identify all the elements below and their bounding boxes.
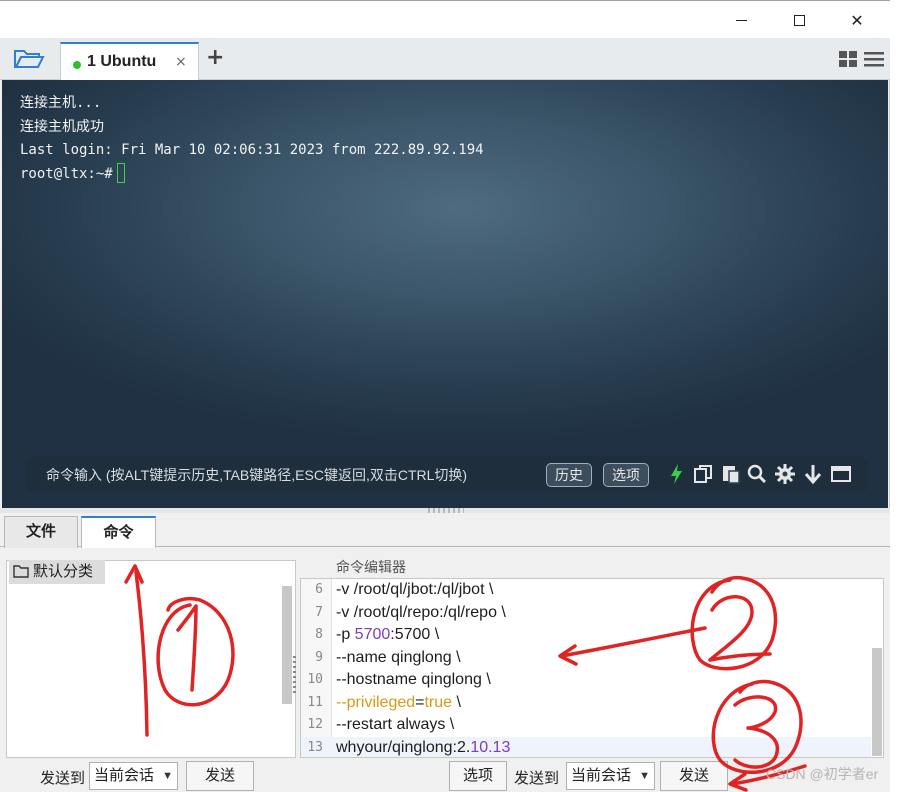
code-flag: --privileged [336,693,416,711]
minimize-button[interactable] [718,1,764,39]
terminal-line: 连接主机成功 [20,118,104,135]
connected-status-dot [73,61,81,69]
editor-line: 8 -p 5700:5700 \ [301,624,871,647]
code-number: 5700 [354,626,391,643]
code-number: 10.13 [470,738,511,756]
paste-icon[interactable] [720,463,742,485]
editor-line-active: 13 whyour/qinglong:2.10.13 [301,736,871,758]
line-number: 12 [307,717,323,732]
editor-send-target-select[interactable]: 当前会话 ▼ [566,762,655,790]
tab-files[interactable]: 文件 [4,516,78,548]
tab-ubuntu[interactable]: 1 Ubuntu × [60,42,199,80]
category-label: 默认分类 [33,563,94,580]
line-code: --name qinglong \ [336,648,461,666]
new-tab-button[interactable]: + [206,45,224,70]
maximize-button[interactable] [776,1,822,39]
send-button[interactable]: 发送 [186,761,254,791]
window-icon[interactable] [830,463,852,485]
vertical-splitter-grip[interactable] [293,656,296,696]
editor-options-button[interactable]: 选项 [449,761,507,791]
tab-close-icon[interactable]: × [175,54,187,70]
code-text: -p [336,626,355,643]
open-folder-icon[interactable] [10,47,46,71]
terminal-cursor [116,162,125,183]
editor-send-button[interactable]: 发送 [660,761,728,791]
code-text: :5700 \ [390,626,440,643]
editor-scrollbar[interactable] [872,648,882,756]
history-button[interactable]: 历史 [546,463,592,487]
line-number: 7 [315,604,323,620]
editor-line: 6 -v /root/ql/jbot:/ql/jbot \ [301,579,871,602]
bottom-tab-bar: 文件 命令 [0,513,890,549]
terminal-line: Last login: Fri Mar 10 02:06:31 2023 fro… [20,142,484,158]
command-input-hint: 命令输入 (按ALT键提示历史,TAB键路径,ESC键返回,双击CTRL切换) [46,467,468,483]
close-icon: ✕ [850,10,864,30]
close-window-button[interactable]: ✕ [834,1,880,39]
editor-line: 7 -v /root/ql/repo:/ql/repo \ [301,602,871,625]
select-value: 当前会话 [94,767,155,784]
line-number: 10 [307,672,323,687]
category-scrollbar[interactable] [282,586,292,704]
arrow-down-icon[interactable] [802,463,824,485]
watermark: CSDN @初学者er [766,766,879,782]
lightning-icon[interactable] [666,463,688,485]
terminal-pane[interactable]: 连接主机... 连接主机成功 Last login: Fri Mar 10 02… [2,80,888,508]
chevron-down-icon: ▼ [162,770,173,782]
maximize-icon [793,14,805,26]
editor-title: 命令编辑器 [336,559,406,575]
minimize-icon [735,19,747,21]
code-text: \ [452,693,461,711]
line-code: -v /root/ql/jbot:/ql/jbot \ [336,581,494,598]
session-tab-bar: 1 Ubuntu × + [0,38,890,80]
hamburger-menu-icon[interactable] [864,50,884,68]
command-input-bar[interactable]: 命令输入 (按ALT键提示历史,TAB键路径,ESC键返回,双击CTRL切换) … [26,456,868,492]
line-number: 8 [315,627,323,642]
line-number: 6 [315,582,323,597]
line-code: --restart always \ [336,716,455,733]
send-to-label: 发送到 [40,770,86,787]
command-editor[interactable]: 6 -v /root/ql/jbot:/ql/jbot \ 7 -v /root/q… [300,578,884,758]
terminal-output: 连接主机... 连接主机成功 Last login: Fri Mar 10 02… [20,92,484,186]
category-tree[interactable] [6,560,296,758]
title-bar: ✕ [0,0,890,38]
copy-icon[interactable] [692,463,714,485]
line-number: 11 [307,694,323,710]
terminal-prompt-line: root@ltx:~# [20,162,484,187]
chevron-down-icon: ▼ [639,770,650,782]
editor-line: 10 --hostname qinglong \ [301,669,871,692]
options-button[interactable]: 选项 [603,463,649,487]
select-value: 当前会话 [571,767,632,784]
tab-label: 1 Ubuntu [87,53,157,70]
grid-layout-icon[interactable] [838,50,858,68]
line-code: -v /root/ql/repo:/ql/repo \ [336,603,506,621]
send-target-select[interactable]: 当前会话 ▼ [89,762,178,790]
line-code: -p 5700:5700 \ [336,624,439,647]
category-default[interactable]: 默认分类 [9,560,105,584]
send-to-label: 发送到 [514,770,560,787]
code-value: true [424,693,453,711]
gear-icon[interactable] [774,463,796,485]
line-code: --privileged=true \ [336,692,461,715]
tab-commands[interactable]: 命令 [81,516,156,549]
search-icon[interactable] [746,463,768,485]
folder-icon [13,565,29,578]
line-code: --hostname qinglong \ [336,671,491,688]
line-code: whyour/qinglong:2.10.13 [336,737,511,758]
desktop-background [890,0,910,792]
editor-line: 11 --privileged=true \ [301,692,871,715]
line-number: 13 [307,739,323,755]
editor-line: 12 --restart always \ [301,714,871,737]
line-number: 9 [315,649,323,665]
terminal-line: 连接主机... [20,95,102,111]
prompt: root@ltx:~# [20,165,113,182]
code-text: whyour/qinglong:2. [336,738,471,756]
editor-line: 9 --name qinglong \ [301,647,871,670]
